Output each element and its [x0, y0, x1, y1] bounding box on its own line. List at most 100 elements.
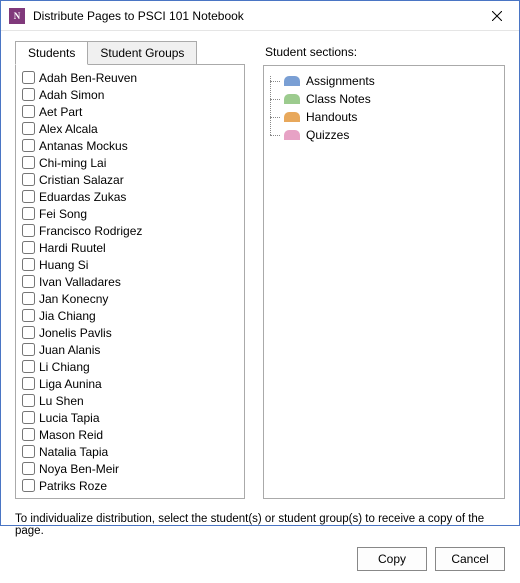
section-tab-icon	[284, 76, 300, 86]
student-row[interactable]: Chi-ming Lai	[22, 154, 238, 171]
tab-students[interactable]: Students	[15, 41, 88, 65]
student-checkbox[interactable]	[22, 122, 35, 135]
student-row[interactable]: Liga Aunina	[22, 375, 238, 392]
footer-text: To individualize distribution, select th…	[15, 513, 505, 537]
student-checkbox[interactable]	[22, 377, 35, 390]
student-checkbox[interactable]	[22, 326, 35, 339]
student-checkbox[interactable]	[22, 88, 35, 101]
student-checkbox[interactable]	[22, 462, 35, 475]
student-row[interactable]: Mason Reid	[22, 426, 238, 443]
student-row[interactable]: Jia Chiang	[22, 307, 238, 324]
student-name: Alex Alcala	[39, 122, 98, 136]
student-row[interactable]: Juan Alanis	[22, 341, 238, 358]
section-item[interactable]: Handouts	[284, 108, 498, 126]
student-name: Noya Ben-Meir	[39, 462, 119, 476]
student-name: Mason Reid	[39, 428, 103, 442]
student-checkbox[interactable]	[22, 360, 35, 373]
student-name: Juan Alanis	[39, 343, 100, 357]
student-name: Cristian Salazar	[39, 173, 124, 187]
student-name: Eduardas Zukas	[39, 190, 126, 204]
student-row[interactable]: Alex Alcala	[22, 120, 238, 137]
student-list[interactable]: Adah Ben-Reuven Adah Simon Aet Part Alex Al…	[15, 64, 245, 499]
student-row[interactable]: Adah Ben-Reuven	[22, 69, 238, 86]
student-row[interactable]: Cristian Salazar	[22, 171, 238, 188]
student-checkbox[interactable]	[22, 428, 35, 441]
student-row[interactable]: Adah Simon	[22, 86, 238, 103]
student-checkbox[interactable]	[22, 275, 35, 288]
student-name: Ivan Valladares	[39, 275, 121, 289]
student-checkbox[interactable]	[22, 343, 35, 356]
student-row[interactable]: Aet Part	[22, 103, 238, 120]
titlebar: Distribute Pages to PSCI 101 Notebook	[1, 1, 519, 31]
student-row[interactable]: Francisco Rodrigez	[22, 222, 238, 239]
section-name: Class Notes	[306, 92, 371, 106]
student-checkbox[interactable]	[22, 479, 35, 492]
student-row[interactable]: Jan Konecny	[22, 290, 238, 307]
student-row[interactable]: Ivan Valladares	[22, 273, 238, 290]
student-name: Francisco Rodrigez	[39, 224, 142, 238]
student-name: Liga Aunina	[39, 377, 102, 391]
section-tab-icon	[284, 112, 300, 122]
section-item[interactable]: Quizzes	[284, 126, 498, 144]
student-checkbox[interactable]	[22, 139, 35, 152]
student-row[interactable]: Jonelis Pavlis	[22, 324, 238, 341]
student-row[interactable]: Lucia Tapia	[22, 409, 238, 426]
student-name: Antanas Mockus	[39, 139, 128, 153]
student-checkbox[interactable]	[22, 258, 35, 271]
student-row[interactable]: Noya Ben-Meir	[22, 460, 238, 477]
student-row[interactable]: Lu Shen	[22, 392, 238, 409]
dialog-content: Students Student Groups Adah Ben-ReuvenA…	[1, 31, 519, 583]
section-item[interactable]: Assignments	[284, 72, 498, 90]
student-row[interactable]: Patriks Roze	[22, 477, 238, 494]
tab-student-groups[interactable]: Student Groups	[88, 41, 197, 65]
student-row[interactable]: Fei Song	[22, 205, 238, 222]
close-button[interactable]	[474, 1, 519, 31]
sections-tree: Assignments Class Notes Handouts Quizzes	[263, 65, 505, 499]
student-checkbox[interactable]	[22, 292, 35, 305]
sections-label: Student sections:	[265, 45, 505, 59]
button-row: Copy Cancel	[15, 547, 505, 571]
student-name: Adah Ben-Reuven	[39, 71, 137, 85]
section-tab-icon	[284, 130, 300, 140]
student-name: Patriks Roze	[39, 479, 107, 493]
student-name: Fei Song	[39, 207, 87, 221]
student-checkbox[interactable]	[22, 445, 35, 458]
student-row[interactable]: Eduardas Zukas	[22, 188, 238, 205]
student-row[interactable]: Hardi Ruutel	[22, 239, 238, 256]
section-name: Handouts	[306, 110, 357, 124]
student-checkbox[interactable]	[22, 411, 35, 424]
student-row[interactable]: Li Chiang	[22, 358, 238, 375]
student-name: Natalia Tapia	[39, 445, 108, 459]
student-name: Lucia Tapia	[39, 411, 100, 425]
student-name: Jonelis Pavlis	[39, 326, 112, 340]
student-name: Jia Chiang	[39, 309, 96, 323]
student-checkbox[interactable]	[22, 105, 35, 118]
student-row[interactable]: Antanas Mockus	[22, 137, 238, 154]
student-checkbox[interactable]	[22, 207, 35, 220]
right-pane: Student sections: Assignments Class Notes…	[263, 41, 505, 499]
student-name: Aet Part	[39, 105, 82, 119]
student-name: Lu Shen	[39, 394, 84, 408]
main-area: Students Student Groups Adah Ben-ReuvenA…	[15, 41, 505, 499]
student-checkbox[interactable]	[22, 394, 35, 407]
section-name: Assignments	[306, 74, 375, 88]
student-row[interactable]: Natalia Tapia	[22, 443, 238, 460]
section-item[interactable]: Class Notes	[284, 90, 498, 108]
student-checkbox[interactable]	[22, 71, 35, 84]
student-checkbox[interactable]	[22, 156, 35, 169]
close-icon	[492, 11, 502, 21]
tree-connector	[270, 72, 284, 144]
tabs: Students Student Groups	[15, 41, 245, 64]
student-checkbox[interactable]	[22, 241, 35, 254]
student-checkbox[interactable]	[22, 173, 35, 186]
student-name: Jan Konecny	[39, 292, 108, 306]
student-checkbox[interactable]	[22, 190, 35, 203]
cancel-button[interactable]: Cancel	[435, 547, 505, 571]
student-name: Adah Simon	[39, 88, 104, 102]
student-row[interactable]: Huang Si	[22, 256, 238, 273]
onenote-icon	[9, 8, 25, 24]
student-checkbox[interactable]	[22, 224, 35, 237]
student-checkbox[interactable]	[22, 309, 35, 322]
section-name: Quizzes	[306, 128, 349, 142]
copy-button[interactable]: Copy	[357, 547, 427, 571]
